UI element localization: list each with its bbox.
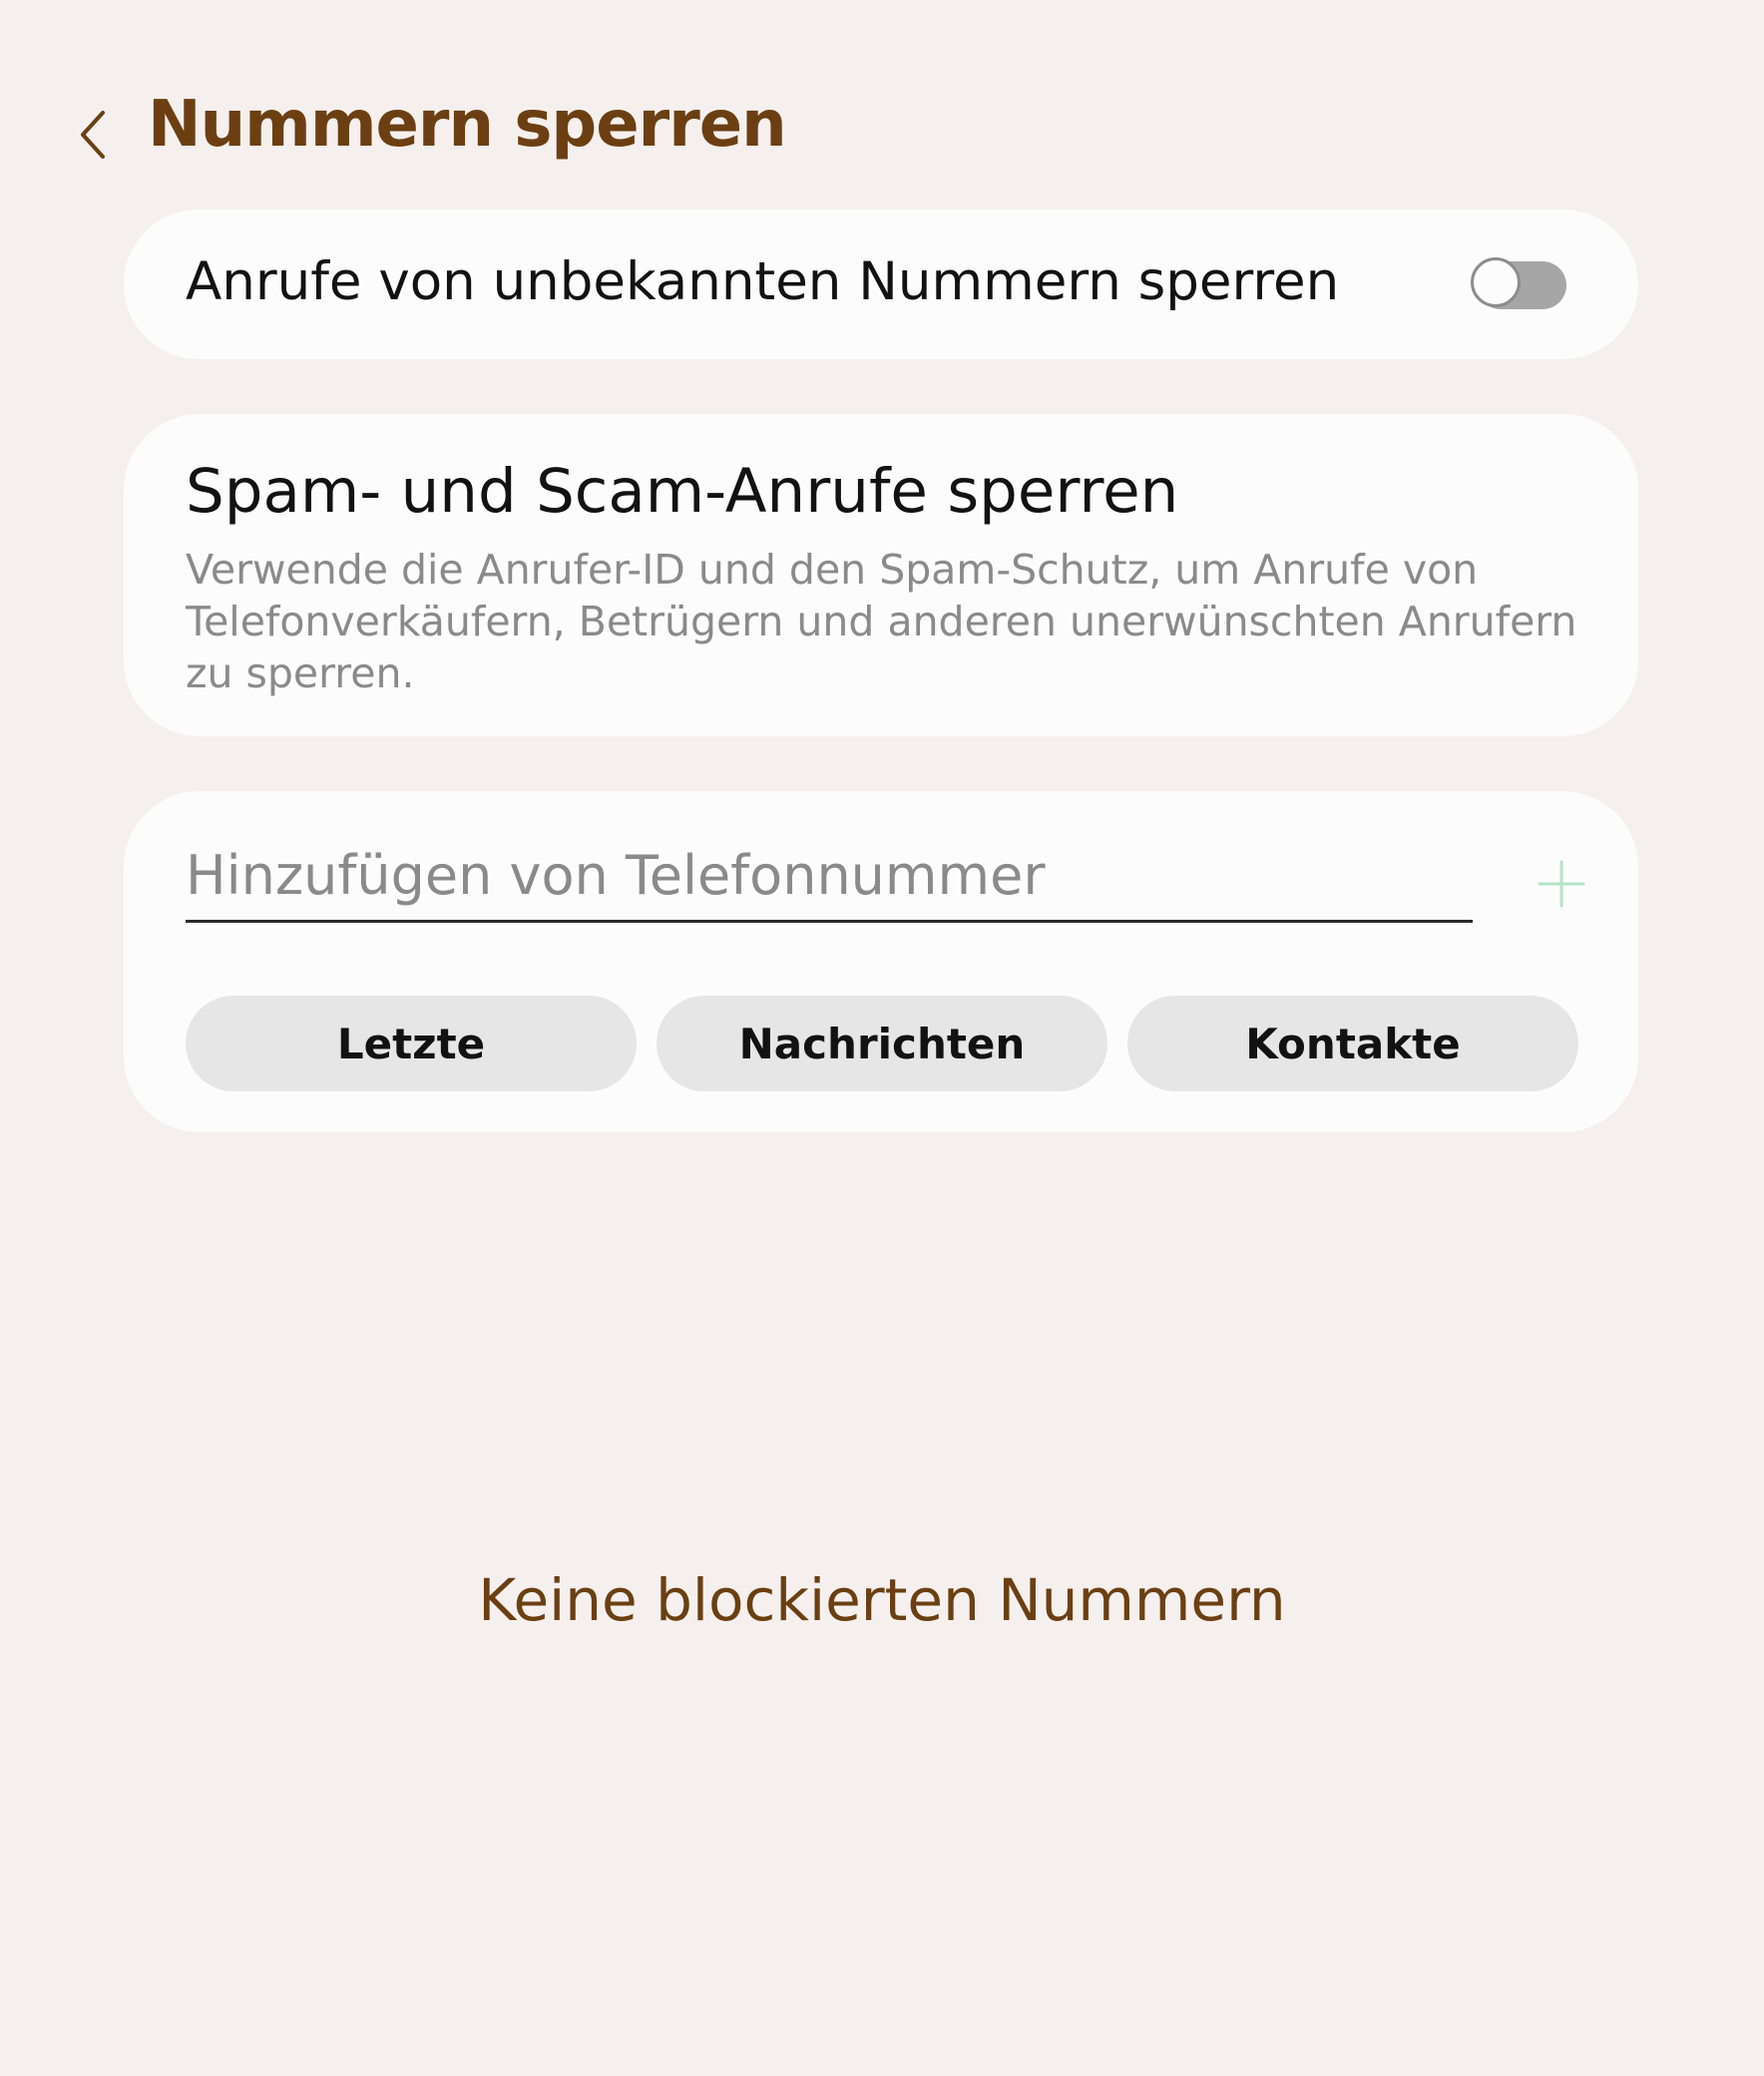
add-number-card: Letzte Nachrichten Kontakte	[124, 791, 1638, 1132]
block-unknown-numbers-row[interactable]: Anrufe von unbekannten Nummern sperren	[124, 209, 1638, 359]
block-unknown-numbers-toggle[interactable]	[1471, 257, 1568, 311]
messages-button[interactable]: Nachrichten	[657, 996, 1107, 1091]
empty-state-message: Keine blockierten Nummern	[478, 1566, 1286, 1634]
chevron-left-icon	[81, 111, 105, 159]
phone-number-input[interactable]	[186, 831, 1473, 923]
toggle-knob	[1471, 257, 1521, 307]
spam-protection-description: Verwende die Anrufer-ID und den Spam-Sch…	[186, 546, 1577, 697]
spam-protection-title: Spam- und Scam-Anrufe sperren	[186, 456, 1179, 527]
recent-button[interactable]: Letzte	[186, 996, 637, 1091]
block-unknown-numbers-label: Anrufe von unbekannten Nummern sperren	[186, 251, 1340, 312]
contacts-button[interactable]: Kontakte	[1127, 996, 1578, 1091]
source-chip-row: Letzte Nachrichten Kontakte	[186, 996, 1578, 1091]
add-number-button[interactable]	[1527, 849, 1596, 919]
back-button[interactable]	[48, 90, 138, 180]
app-header: Nummern sperren	[0, 70, 1764, 190]
plus-icon	[1538, 860, 1585, 908]
spam-protection-row[interactable]: Spam- und Scam-Anrufe sperren Verwende d…	[124, 414, 1638, 736]
page-title: Nummern sperren	[148, 88, 787, 162]
